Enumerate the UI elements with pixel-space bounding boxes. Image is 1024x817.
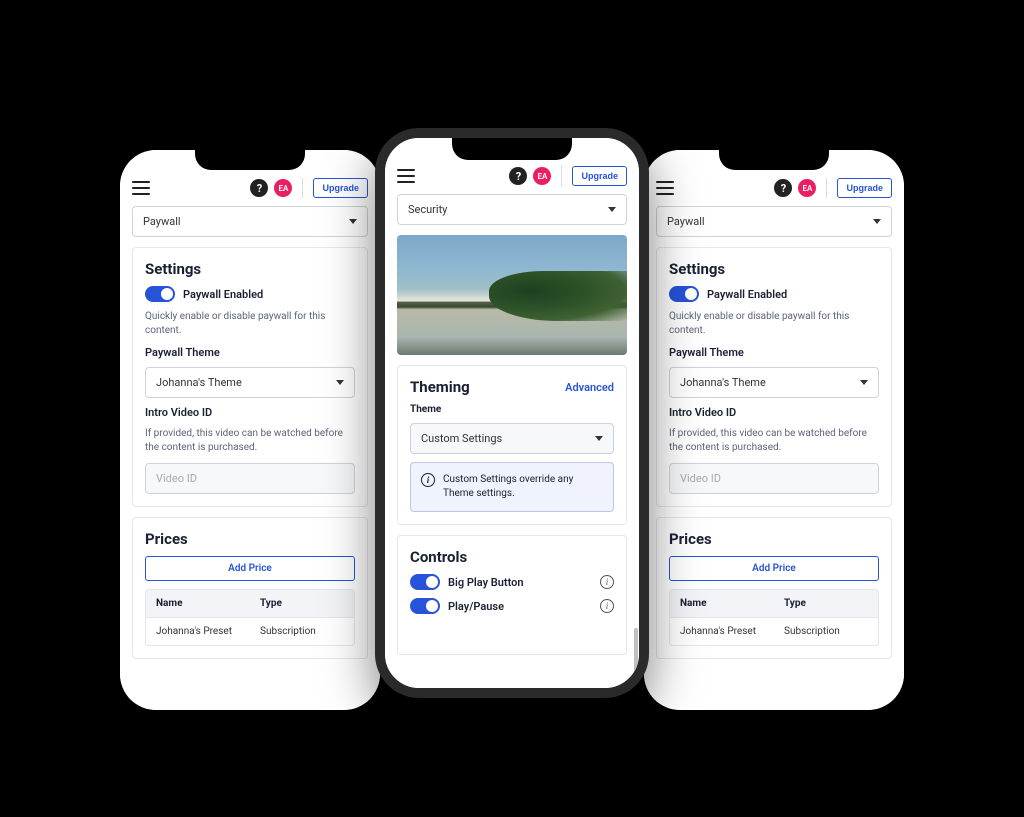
avatar[interactable]: EA <box>274 179 292 197</box>
col-type: Type <box>774 590 878 617</box>
page-select-value: Security <box>408 203 447 216</box>
info-icon[interactable]: i <box>600 575 614 589</box>
info-icon: i <box>421 473 435 487</box>
upgrade-button[interactable]: Upgrade <box>313 178 368 198</box>
intro-video-label: Intro Video ID <box>145 406 355 419</box>
paywall-theme-select[interactable]: Johanna's Theme <box>669 367 879 398</box>
paywall-enabled-help: Quickly enable or disable paywall for th… <box>669 310 879 338</box>
upgrade-button[interactable]: Upgrade <box>837 178 892 198</box>
theme-label: Theme <box>410 404 614 415</box>
intro-video-input[interactable]: Video ID <box>669 463 879 494</box>
intro-video-help: If provided, this video can be watched b… <box>669 427 879 455</box>
prices-card: Prices Add Price Name Type Johanna's Pre… <box>656 517 892 659</box>
prices-title: Prices <box>669 530 879 548</box>
chevron-down-icon <box>608 207 616 212</box>
phone-left: ? EA Upgrade Paywall Settings Paywall En… <box>120 150 380 710</box>
prices-table: Name Type Johanna's Preset Subscription <box>669 589 879 646</box>
controls-title: Controls <box>410 548 614 566</box>
advanced-link[interactable]: Advanced <box>565 381 614 394</box>
theming-card: Theming Advanced Theme Custom Settings i… <box>397 365 627 525</box>
page-select-value: Paywall <box>143 215 181 228</box>
prices-card: Prices Add Price Name Type Johanna's Pre… <box>132 517 368 659</box>
cell-name: Johanna's Preset <box>146 618 250 645</box>
scrollbar[interactable] <box>634 628 638 688</box>
page-select-value: Paywall <box>667 215 705 228</box>
info-banner: i Custom Settings override any Theme set… <box>410 462 614 512</box>
page-select[interactable]: Paywall <box>656 206 892 237</box>
paywall-theme-label: Paywall Theme <box>669 346 879 359</box>
col-type: Type <box>250 590 354 617</box>
prices-table: Name Type Johanna's Preset Subscription <box>145 589 355 646</box>
intro-video-input[interactable]: Video ID <box>145 463 355 494</box>
cell-type: Subscription <box>774 618 878 645</box>
info-icon[interactable]: i <box>600 599 614 613</box>
paywall-theme-value: Johanna's Theme <box>156 376 242 389</box>
control-row: Play/Pause i <box>410 598 614 614</box>
divider <box>302 178 303 198</box>
avatar[interactable]: EA <box>798 179 816 197</box>
menu-icon[interactable] <box>656 181 674 195</box>
paywall-enabled-label: Paywall Enabled <box>183 288 263 301</box>
play-pause-toggle[interactable] <box>410 598 440 614</box>
add-price-button[interactable]: Add Price <box>145 556 355 581</box>
page-select[interactable]: Security <box>397 194 627 225</box>
chevron-down-icon <box>873 219 881 224</box>
paywall-theme-select[interactable]: Johanna's Theme <box>145 367 355 398</box>
page-select[interactable]: Paywall <box>132 206 368 237</box>
cell-type: Subscription <box>250 618 354 645</box>
chevron-down-icon <box>336 380 344 385</box>
paywall-enabled-toggle[interactable] <box>669 286 699 302</box>
control-label: Play/Pause <box>448 600 592 613</box>
table-row[interactable]: Johanna's Preset Subscription <box>670 617 878 645</box>
cell-name: Johanna's Preset <box>670 618 774 645</box>
video-preview[interactable] <box>397 235 627 355</box>
col-name: Name <box>146 590 250 617</box>
help-icon[interactable]: ? <box>774 179 792 197</box>
notch <box>195 150 305 170</box>
theme-select-value: Custom Settings <box>421 432 502 445</box>
chevron-down-icon <box>860 380 868 385</box>
settings-card: Settings Paywall Enabled Quickly enable … <box>656 247 892 507</box>
info-text: Custom Settings override any Theme setti… <box>443 473 603 501</box>
control-label: Big Play Button <box>448 576 592 589</box>
menu-icon[interactable] <box>132 181 150 195</box>
paywall-enabled-help: Quickly enable or disable paywall for th… <box>145 310 355 338</box>
settings-title: Settings <box>669 260 879 278</box>
controls-card: Controls Big Play Button i Play/Pause i <box>397 535 627 655</box>
avatar[interactable]: EA <box>533 167 551 185</box>
intro-video-help: If provided, this video can be watched b… <box>145 427 355 455</box>
notch <box>719 150 829 170</box>
settings-title: Settings <box>145 260 355 278</box>
phone-right: ? EA Upgrade Paywall Settings Paywall En… <box>644 150 904 710</box>
paywall-enabled-toggle[interactable] <box>145 286 175 302</box>
menu-icon[interactable] <box>397 169 415 183</box>
notch <box>452 138 572 160</box>
control-row: Big Play Button i <box>410 574 614 590</box>
theming-title: Theming <box>410 378 470 396</box>
upgrade-button[interactable]: Upgrade <box>572 166 627 186</box>
col-name: Name <box>670 590 774 617</box>
divider <box>561 166 562 186</box>
intro-video-label: Intro Video ID <box>669 406 879 419</box>
paywall-theme-label: Paywall Theme <box>145 346 355 359</box>
divider <box>826 178 827 198</box>
add-price-button[interactable]: Add Price <box>669 556 879 581</box>
help-icon[interactable]: ? <box>509 167 527 185</box>
table-row[interactable]: Johanna's Preset Subscription <box>146 617 354 645</box>
help-icon[interactable]: ? <box>250 179 268 197</box>
paywall-theme-value: Johanna's Theme <box>680 376 766 389</box>
chevron-down-icon <box>349 219 357 224</box>
prices-title: Prices <box>145 530 355 548</box>
big-play-toggle[interactable] <box>410 574 440 590</box>
phone-center: ? EA Upgrade Security Theming Advanced T… <box>375 128 649 698</box>
paywall-enabled-label: Paywall Enabled <box>707 288 787 301</box>
settings-card: Settings Paywall Enabled Quickly enable … <box>132 247 368 507</box>
chevron-down-icon <box>595 436 603 441</box>
theme-select[interactable]: Custom Settings <box>410 423 614 454</box>
